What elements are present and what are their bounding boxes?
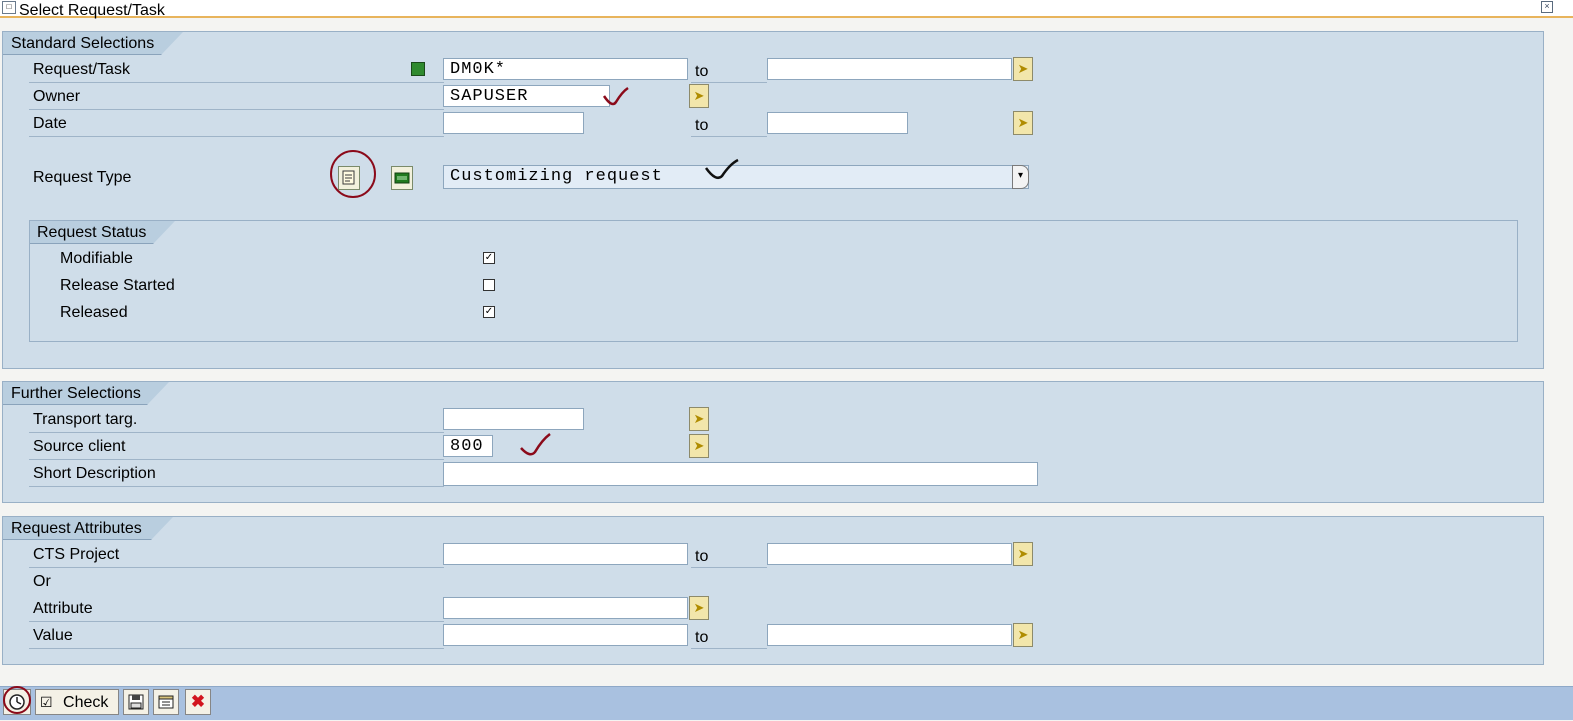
request-task-to-input[interactable] — [767, 58, 1012, 80]
arrow-right-icon: ➤ — [693, 600, 705, 615]
value-multiple-selection-button[interactable]: ➤ — [1013, 623, 1033, 647]
save-icon — [128, 694, 144, 710]
released-checkbox[interactable]: ✓ — [483, 306, 495, 318]
chevron-down-icon: ▾ — [1017, 170, 1024, 181]
check-button-label: Check — [63, 694, 109, 711]
value-to-input[interactable] — [767, 624, 1012, 646]
date-input[interactable] — [443, 112, 584, 134]
modifiable-label: Modifiable — [60, 250, 133, 267]
arrow-right-icon: ➤ — [1017, 627, 1029, 642]
value-label: Value — [33, 627, 73, 644]
source-client-multiple-selection-button[interactable]: ➤ — [689, 434, 709, 458]
arrow-right-icon: ➤ — [1017, 115, 1029, 130]
execute-button[interactable] — [3, 689, 31, 715]
release-started-checkbox[interactable] — [483, 279, 495, 291]
window-title: Select Request/Task — [19, 2, 165, 19]
further-selections-title: Further Selections — [3, 382, 169, 405]
request-task-input[interactable]: DM0K* — [443, 58, 688, 80]
owner-label: Owner — [33, 88, 81, 105]
cts-project-input[interactable] — [443, 543, 688, 565]
date-multiple-selection-button[interactable]: ➤ — [1013, 111, 1033, 135]
request-attributes-title: Request Attributes — [3, 517, 173, 540]
request-type-select-button[interactable] — [338, 166, 360, 190]
value-input[interactable] — [443, 624, 688, 646]
request-type-options-button[interactable] — [391, 166, 413, 190]
dropdown-button[interactable]: ▾ — [1012, 165, 1029, 189]
standard-selections-group: Standard Selections Request/Task DM0K* t… — [2, 31, 1544, 369]
request-type-label: Request Type — [33, 169, 132, 186]
transport-target-label: Transport targ. — [33, 411, 138, 428]
arrow-right-icon: ➤ — [1017, 546, 1029, 561]
value-to-label: to — [695, 629, 709, 646]
cancel-icon: ✖ — [190, 692, 206, 711]
application-toolbar: ☑ Check ✖ — [0, 686, 1573, 720]
short-description-input[interactable] — [443, 462, 1038, 486]
request-task-to-label: to — [695, 63, 709, 80]
standard-selections-title: Standard Selections — [3, 32, 183, 55]
clock-execute-icon — [9, 694, 25, 710]
owner-input[interactable]: SAPUSER — [443, 85, 610, 107]
request-type-dropdown[interactable]: Customizing request — [443, 165, 1029, 189]
or-label: Or — [33, 573, 51, 590]
arrow-right-icon: ➤ — [693, 411, 705, 426]
green-list-icon — [394, 172, 410, 184]
cts-project-to-input[interactable] — [767, 543, 1012, 565]
attribute-multiple-selection-button[interactable]: ➤ — [689, 596, 709, 620]
cts-project-multiple-selection-button[interactable]: ➤ — [1013, 542, 1033, 566]
date-label: Date — [33, 115, 67, 132]
variant-icon — [158, 695, 174, 709]
multiple-selection-status-icon[interactable] — [411, 62, 425, 76]
arrow-right-icon: ➤ — [1017, 61, 1029, 76]
cts-project-to-label: to — [695, 548, 709, 565]
save-button[interactable] — [123, 689, 149, 715]
owner-multiple-selection-button[interactable]: ➤ — [689, 84, 709, 108]
close-icon[interactable]: × — [1541, 1, 1553, 13]
short-description-label: Short Description — [33, 465, 156, 482]
request-status-title: Request Status — [30, 221, 175, 244]
attribute-input[interactable] — [443, 597, 688, 619]
transport-target-multiple-selection-button[interactable]: ➤ — [689, 407, 709, 431]
date-to-input[interactable] — [767, 112, 908, 134]
request-task-label: Request/Task — [33, 61, 130, 78]
request-attributes-group: Request Attributes CTS Project to ➤ Or A… — [2, 516, 1544, 665]
source-client-input[interactable]: 800 — [443, 435, 493, 457]
attribute-label: Attribute — [33, 600, 93, 617]
request-task-multiple-selection-button[interactable]: ➤ — [1013, 57, 1033, 81]
document-list-icon — [342, 170, 355, 185]
transport-target-input[interactable] — [443, 408, 584, 430]
title-bar: □ Select Request/Task × — [0, 0, 1573, 19]
variant-button[interactable] — [153, 689, 179, 715]
request-status-group: Request Status Modifiable ✓ Release Star… — [29, 220, 1518, 342]
further-selections-group: Further Selections Transport targ. ➤ Sou… — [2, 381, 1544, 503]
source-client-label: Source client — [33, 438, 126, 455]
check-icon: ☑ — [40, 694, 53, 710]
date-to-label: to — [695, 117, 709, 134]
released-label: Released — [60, 304, 128, 321]
arrow-right-icon: ➤ — [693, 88, 705, 103]
cancel-button[interactable]: ✖ — [185, 689, 211, 715]
modifiable-checkbox[interactable]: ✓ — [483, 252, 495, 264]
cts-project-label: CTS Project — [33, 546, 120, 563]
window-icon: □ — [2, 1, 16, 14]
release-started-label: Release Started — [60, 277, 175, 294]
check-button[interactable]: ☑ Check — [35, 689, 119, 715]
arrow-right-icon: ➤ — [693, 438, 705, 453]
